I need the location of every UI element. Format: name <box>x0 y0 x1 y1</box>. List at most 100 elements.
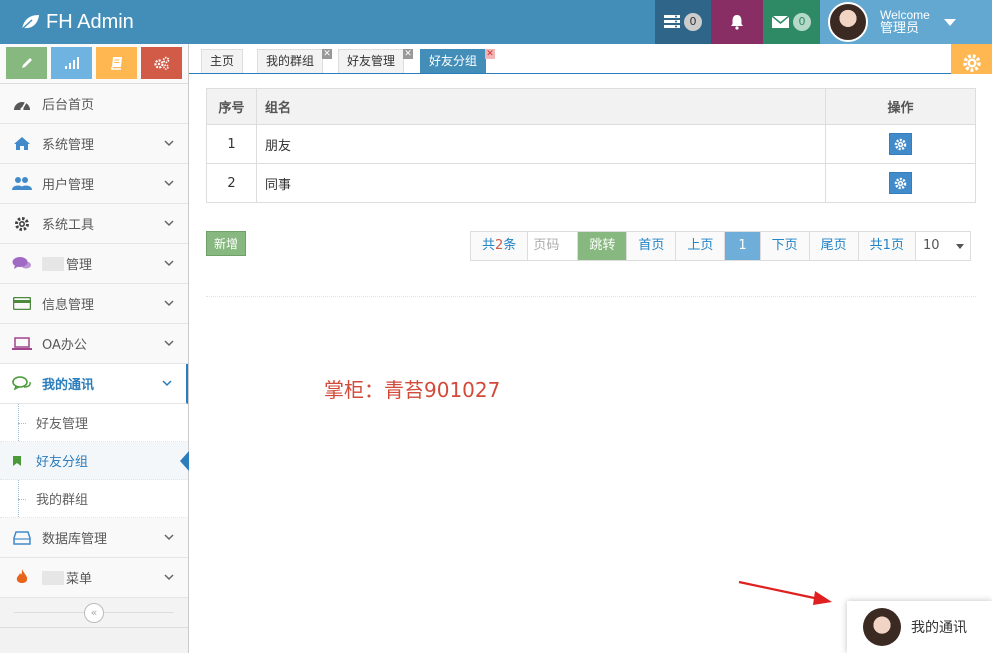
close-icon[interactable]: ✕ <box>485 49 496 59</box>
hdd-icon <box>12 529 32 547</box>
sidebar-subitem-friends[interactable]: 好友管理 <box>0 404 188 442</box>
book-icon <box>110 57 122 70</box>
sidebar-item-label: 系统管理 <box>42 138 95 153</box>
prev-page-button[interactable]: 上页 <box>676 232 726 260</box>
double-chevron-left-icon[interactable]: « <box>84 602 104 623</box>
sidebar-item-dashboard[interactable]: 后台首页 <box>0 84 188 124</box>
sidebar-item-users[interactable]: 用户管理 <box>0 164 188 204</box>
table-row: 2 同事 <box>206 163 976 203</box>
first-page-button[interactable]: 首页 <box>627 232 677 260</box>
fire-icon <box>12 569 32 587</box>
jump-button[interactable]: 跳转 <box>578 232 628 260</box>
shortcut-pencil-button[interactable] <box>6 47 47 79</box>
brand-title: FH Admin <box>46 11 134 33</box>
chevron-down-icon <box>164 300 174 307</box>
shortcut-cogs-button[interactable] <box>141 47 182 79</box>
tasks-badge: 0 <box>684 13 702 31</box>
last-page-button[interactable]: 尾页 <box>809 232 859 260</box>
notifications-button[interactable] <box>711 0 763 44</box>
welcome-block: Welcome 管理员 <box>880 8 930 36</box>
sidebar-subitem-label: 我的群组 <box>36 493 89 508</box>
sidebar-item-comments[interactable]: 管理 <box>0 244 188 284</box>
sidebar-item-tools[interactable]: 系统工具 <box>0 204 188 244</box>
dashboard-icon <box>12 95 32 113</box>
sidebar-item-label: OA办公 <box>42 338 87 353</box>
chat-popup[interactable]: 我的通讯 <box>847 601 992 653</box>
active-pointer <box>180 451 189 471</box>
user-menu[interactable]: Welcome 管理员 <box>820 0 992 44</box>
tab-label: 好友分组 <box>429 54 478 68</box>
chevron-down-icon <box>164 180 174 187</box>
chat-avatar <box>863 608 901 646</box>
credit-card-icon <box>12 295 32 313</box>
close-icon[interactable]: ✕ <box>403 49 414 59</box>
row-settings-button[interactable] <box>889 133 912 155</box>
sidebar-item-menu[interactable]: 菜单 <box>0 558 188 598</box>
cell-index: 2 <box>206 163 257 203</box>
tab-home[interactable]: 主页 <box>201 49 244 73</box>
column-header-name: 组名 <box>256 88 826 125</box>
sidebar-item-label: 用户管理 <box>42 178 95 193</box>
table-header-row: 序号 组名 操作 <box>206 88 976 125</box>
pager-pages: 共1页 <box>858 232 916 260</box>
sidebar-subitem-label: 好友分组 <box>36 455 89 470</box>
shortcut-book-button[interactable] <box>96 47 137 79</box>
cogs-icon <box>153 56 169 70</box>
cell-index: 1 <box>206 124 257 164</box>
sidebar-item-contacts[interactable]: 我的通讯 <box>0 364 188 404</box>
friend-group-table: 序号 组名 操作 1 朋友 2 同事 <box>206 88 976 203</box>
row-settings-button[interactable] <box>889 172 912 194</box>
page-number-input[interactable]: 页码 <box>528 232 579 260</box>
annotation-text: 掌柜：青苔901027 <box>324 378 501 402</box>
shortcut-signal-button[interactable] <box>51 47 92 79</box>
welcome-label: Welcome <box>880 8 930 22</box>
tab-label: 好友管理 <box>347 54 396 68</box>
table-row: 1 朋友 <box>206 124 976 164</box>
sidebar-subitem-my-groups[interactable]: 我的群组 <box>0 480 188 518</box>
cog-icon <box>894 138 907 151</box>
column-header-index: 序号 <box>206 88 257 125</box>
caret-down-icon <box>943 18 956 26</box>
chevron-down-icon <box>164 534 174 541</box>
sidebar-item-oa[interactable]: OA办公 <box>0 324 188 364</box>
tab-friend-groups[interactable]: 好友分组 ✕ <box>420 49 496 73</box>
signal-icon <box>64 57 79 69</box>
messages-button[interactable]: 0 <box>763 0 820 44</box>
leaf-icon <box>20 15 39 31</box>
comments-icon <box>12 255 32 273</box>
envelope-icon <box>772 16 789 28</box>
sidebar-collapse-bar: « <box>0 598 188 628</box>
sidebar-subitem-friend-groups[interactable]: 好友分组 <box>0 442 189 480</box>
sidebar-item-label: 后台首页 <box>42 98 95 113</box>
pager-total: 共2条 <box>471 232 529 260</box>
app-root: { "app": {"brand": "FH Admin"}, "header"… <box>0 0 992 653</box>
sidebar-item-system[interactable]: 系统管理 <box>0 124 188 164</box>
sidebar-item-info[interactable]: 信息管理 <box>0 284 188 324</box>
tasks-button[interactable]: 0 <box>655 0 711 44</box>
cog-icon <box>12 215 32 233</box>
current-page[interactable]: 1 <box>725 232 761 260</box>
pager-total-suffix: 条 <box>503 238 517 253</box>
sidebar-item-label: 管理 <box>66 258 93 273</box>
blurred-text <box>42 256 64 271</box>
main-content: 序号 组名 操作 1 朋友 2 同事 新增 共2条 页码 跳转 首页 上页 1 … <box>189 74 992 653</box>
cell-actions <box>825 163 976 203</box>
tab-friends[interactable]: 好友管理 ✕ <box>338 49 414 73</box>
sidebar-item-database[interactable]: 数据库管理 <box>0 518 188 558</box>
top-navbar: FH Admin 0 0 Welcome 管理员 <box>0 0 992 44</box>
tab-label: 我的群组 <box>266 54 315 68</box>
tab-my-groups[interactable]: 我的群组 ✕ <box>257 49 333 73</box>
add-button[interactable]: 新增 <box>206 231 246 256</box>
laptop-icon <box>12 335 32 353</box>
sidebar-item-label: 数据库管理 <box>42 532 108 547</box>
next-page-button[interactable]: 下页 <box>760 232 810 260</box>
sidebar-item-label: 我的通讯 <box>42 378 95 393</box>
brand[interactable]: FH Admin <box>20 0 134 44</box>
cell-group-name: 朋友 <box>256 124 826 164</box>
close-icon[interactable]: ✕ <box>322 49 333 59</box>
page-size-select[interactable]: 10 <box>915 232 970 260</box>
chevron-down-icon <box>162 380 172 387</box>
bell-icon <box>731 15 743 30</box>
divider <box>206 296 976 297</box>
tab-label: 主页 <box>210 54 235 68</box>
